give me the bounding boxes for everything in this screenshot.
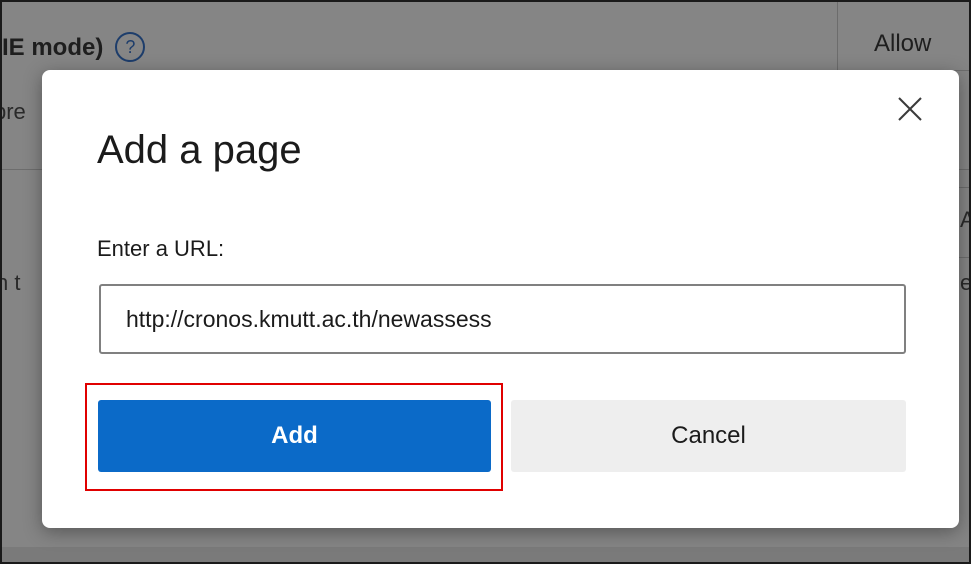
background-text-snippet: er	[960, 270, 969, 296]
background-text-snippet: A	[960, 207, 969, 233]
background-section-title: IE mode)?	[2, 32, 146, 62]
cancel-button[interactable]: Cancel	[511, 400, 906, 472]
background-text-snippet: n t	[2, 270, 21, 295]
background-section-title-text: IE mode)	[2, 34, 104, 61]
dialog-title: Add a page	[97, 128, 302, 172]
background-allow-column-header: Allow	[837, 2, 969, 70]
close-icon	[898, 97, 922, 121]
screenshot-frame: IE mode)? Allow pre A n t er Add a page …	[0, 0, 971, 564]
help-icon[interactable]: ?	[115, 32, 146, 62]
url-field-label: Enter a URL:	[97, 236, 225, 261]
add-button[interactable]: Add	[98, 400, 491, 472]
background-text-snippet: pre	[2, 99, 26, 124]
add-page-dialog: Add a page Enter a URL: Add Cancel	[42, 70, 959, 528]
background-bottom-band	[2, 547, 969, 562]
close-button[interactable]	[891, 90, 931, 130]
url-input[interactable]	[99, 284, 906, 354]
